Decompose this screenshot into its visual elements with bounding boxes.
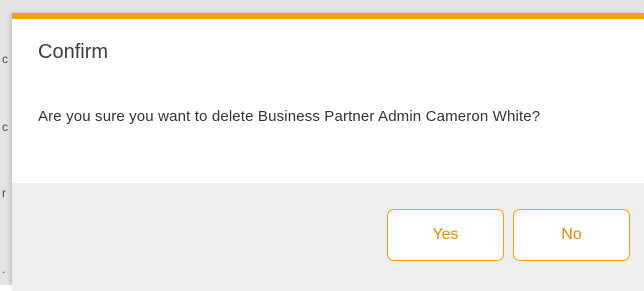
- background-text-fragment: c: [2, 120, 8, 134]
- confirm-dialog: Confirm Are you sure you want to delete …: [12, 13, 644, 291]
- yes-button[interactable]: Yes: [387, 209, 504, 261]
- background-text-fragment: .: [2, 262, 6, 276]
- dialog-message: Are you sure you want to delete Business…: [38, 108, 541, 125]
- dialog-footer: Yes No: [12, 183, 644, 291]
- no-button[interactable]: No: [513, 209, 630, 261]
- background-text-fragment: r: [2, 186, 6, 200]
- dialog-title: Confirm: [38, 41, 109, 63]
- background-text-fragment: c: [2, 52, 8, 66]
